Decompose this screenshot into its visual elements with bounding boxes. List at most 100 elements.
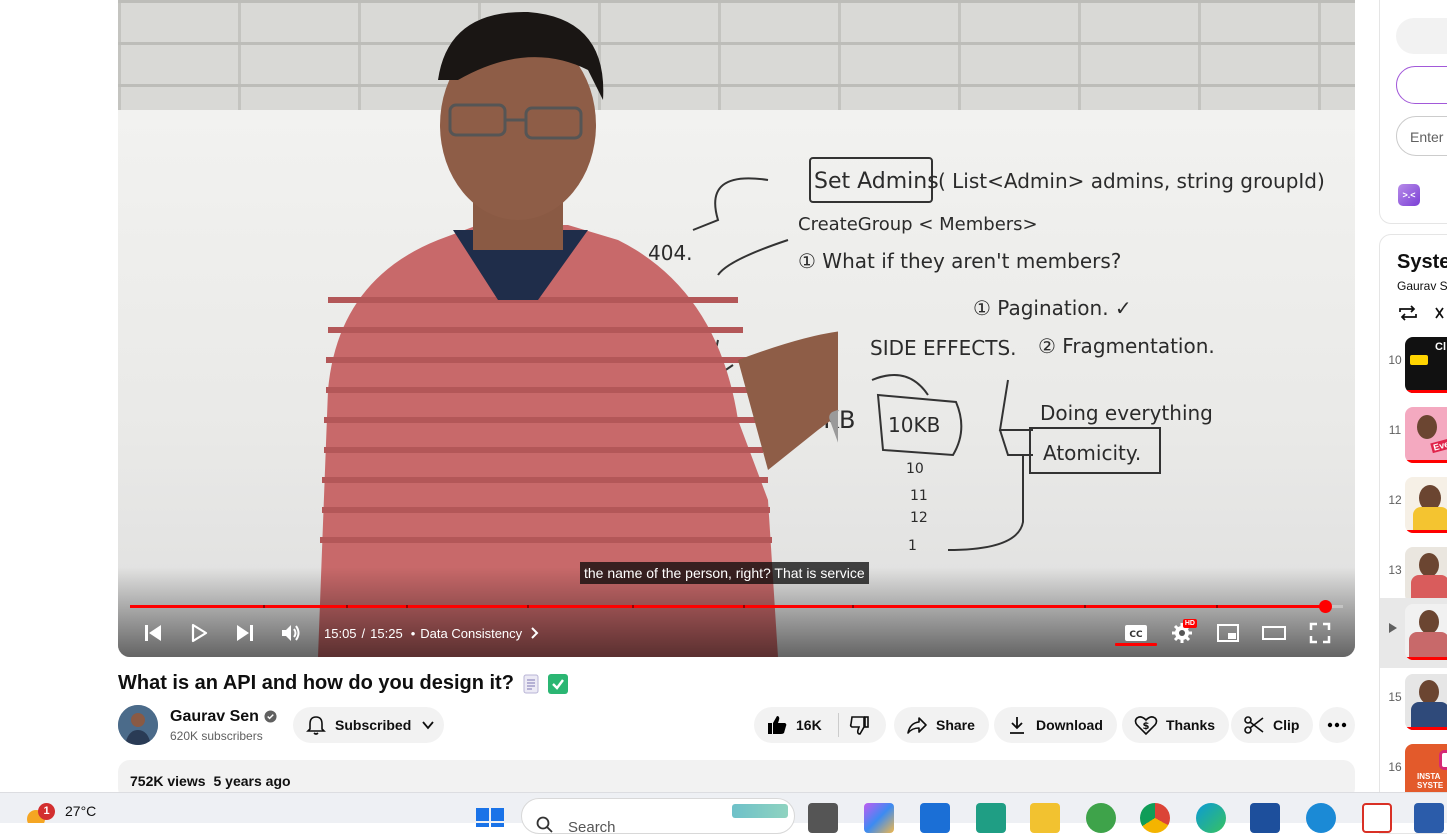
file-explorer-icon[interactable] bbox=[1030, 803, 1060, 833]
taskbar-search[interactable]: Search bbox=[521, 798, 795, 836]
chapter-title: Data Consistency bbox=[420, 625, 523, 641]
chrome-icon[interactable] bbox=[1140, 803, 1170, 833]
playlist-item[interactable]: 12 bbox=[1380, 471, 1447, 541]
channel-avatar[interactable] bbox=[118, 705, 158, 745]
wb-doing-everything: Doing everything bbox=[1040, 401, 1213, 425]
weather-widget[interactable]: 1 27°C bbox=[22, 799, 97, 828]
video-player[interactable]: Set Admins ( List<Admin> admins, string … bbox=[118, 0, 1355, 657]
thanks-button[interactable]: $ Thanks bbox=[1122, 707, 1230, 743]
chapter-button[interactable]: Data Consistency bbox=[420, 626, 542, 641]
assistant-suggestion-pill[interactable] bbox=[1396, 18, 1447, 54]
share-button[interactable]: Share bbox=[894, 707, 989, 743]
progress-bar[interactable] bbox=[130, 600, 1343, 613]
subtitles-button[interactable]: CC bbox=[1113, 614, 1159, 652]
notification-badge: 1 bbox=[38, 803, 55, 820]
wb-n12: 12 bbox=[910, 510, 928, 526]
next-button[interactable] bbox=[222, 614, 268, 652]
theater-mode-button[interactable] bbox=[1251, 614, 1297, 652]
settings-button[interactable]: HD bbox=[1159, 614, 1205, 652]
video-frame[interactable]: Set Admins ( List<Admin> admins, string … bbox=[118, 0, 1355, 657]
playlist-panel: System Gaurav Se 10 Cl 11 Events 12 13 bbox=[1379, 234, 1447, 834]
play-button[interactable] bbox=[176, 614, 222, 652]
now-playing-icon bbox=[1389, 623, 1397, 633]
clip-button[interactable]: Clip bbox=[1231, 707, 1314, 743]
assistant-app-icon[interactable]: >.< bbox=[1398, 184, 1420, 206]
subscribed-label: Subscribed bbox=[335, 717, 412, 733]
playlist-thumbnail bbox=[1405, 547, 1447, 603]
chapter-marker bbox=[263, 605, 265, 608]
assistant-input[interactable]: Enter bbox=[1396, 116, 1447, 156]
channel-name: Gaurav Sen bbox=[170, 707, 259, 725]
loop-icon[interactable] bbox=[1397, 303, 1419, 323]
playlist-title[interactable]: System bbox=[1397, 251, 1447, 274]
gmail-icon[interactable] bbox=[1362, 803, 1392, 833]
playlist-item-index: 10 bbox=[1388, 353, 1402, 367]
skype-icon[interactable] bbox=[1306, 803, 1336, 833]
windows-start-icon[interactable] bbox=[475, 807, 505, 827]
playlist-owner[interactable]: Gaurav Se bbox=[1397, 279, 1447, 293]
thumbnail-text: Cl bbox=[1435, 341, 1446, 353]
word-icon[interactable] bbox=[1414, 803, 1444, 833]
subscribed-button[interactable]: Subscribed bbox=[293, 707, 444, 743]
bing-icon[interactable] bbox=[920, 803, 950, 833]
video-title-row: What is an API and how do you design it? bbox=[118, 672, 568, 695]
check-mark-emoji-icon bbox=[547, 673, 568, 694]
copilot-icon[interactable] bbox=[864, 803, 894, 833]
channel-name-link[interactable]: Gaurav Sen bbox=[170, 708, 277, 726]
wb-n1: 1 bbox=[908, 538, 917, 554]
document-emoji-icon bbox=[523, 674, 539, 693]
thanks-label: Thanks bbox=[1166, 717, 1216, 733]
chapter-marker bbox=[527, 605, 529, 608]
upload-age: 5 years ago bbox=[213, 773, 291, 789]
presenter-figure bbox=[318, 11, 838, 657]
chapter-marker bbox=[1084, 605, 1086, 608]
theater-mode-icon bbox=[1262, 626, 1286, 640]
more-horizontal-icon bbox=[1327, 722, 1347, 728]
chatgpt-icon[interactable] bbox=[976, 803, 1006, 833]
svg-text:$: $ bbox=[1143, 721, 1150, 732]
edge-icon[interactable] bbox=[1196, 803, 1226, 833]
download-button[interactable]: Download bbox=[994, 707, 1117, 743]
task-view-icon[interactable] bbox=[808, 803, 838, 833]
news-app-icon[interactable] bbox=[1250, 803, 1280, 833]
assistant-ask-pill[interactable] bbox=[1396, 66, 1447, 104]
closed-caption: the name of the person, right? That is s… bbox=[580, 562, 869, 584]
chapter-marker bbox=[852, 605, 854, 608]
play-icon bbox=[191, 623, 208, 643]
time-display: 15:05 / 15:25 • Data Consistency bbox=[324, 626, 542, 641]
shuffle-icon[interactable] bbox=[1435, 303, 1447, 323]
app-icon[interactable] bbox=[1086, 803, 1116, 833]
playlist-item[interactable]: 10 Cl bbox=[1380, 331, 1447, 401]
playlist-item[interactable]: 15 bbox=[1380, 668, 1447, 738]
current-time: 15:05 bbox=[324, 625, 357, 641]
chapter-marker bbox=[406, 605, 408, 608]
video-title: What is an API and how do you design it? bbox=[118, 672, 514, 694]
temperature: 27°C bbox=[65, 803, 97, 819]
scissors-icon bbox=[1244, 716, 1264, 734]
miniplayer-button[interactable] bbox=[1205, 614, 1251, 652]
thumbs-up-icon bbox=[768, 716, 787, 734]
like-button[interactable]: 16K bbox=[754, 707, 822, 743]
search-placeholder: Search bbox=[568, 819, 616, 836]
sun-icon: 1 bbox=[22, 799, 55, 828]
playlist-item-current[interactable] bbox=[1380, 598, 1447, 668]
bell-icon bbox=[306, 716, 326, 735]
wb-signature: ( List<Admin> admins, string groupId) bbox=[938, 169, 1325, 193]
thumbs-down-icon bbox=[849, 716, 869, 735]
more-actions-button[interactable] bbox=[1319, 707, 1355, 743]
chevron-right-icon bbox=[531, 627, 539, 639]
mute-button[interactable] bbox=[268, 614, 314, 652]
previous-button[interactable] bbox=[130, 614, 176, 652]
assistant-panel: Enter >.< bbox=[1379, 0, 1447, 224]
clip-label: Clip bbox=[1273, 717, 1300, 733]
windows-taskbar: 1 27°C Search bbox=[0, 792, 1447, 836]
search-icon bbox=[536, 816, 553, 833]
closed-captions-icon: CC bbox=[1125, 625, 1147, 641]
skip-previous-icon bbox=[145, 625, 161, 641]
dislike-button[interactable] bbox=[839, 707, 881, 743]
share-icon bbox=[907, 717, 927, 734]
playlist-item[interactable]: 11 Events bbox=[1380, 401, 1447, 471]
progress-scrubber-handle[interactable] bbox=[1318, 600, 1332, 613]
fullscreen-button[interactable] bbox=[1297, 614, 1343, 652]
chapter-marker bbox=[743, 605, 745, 608]
